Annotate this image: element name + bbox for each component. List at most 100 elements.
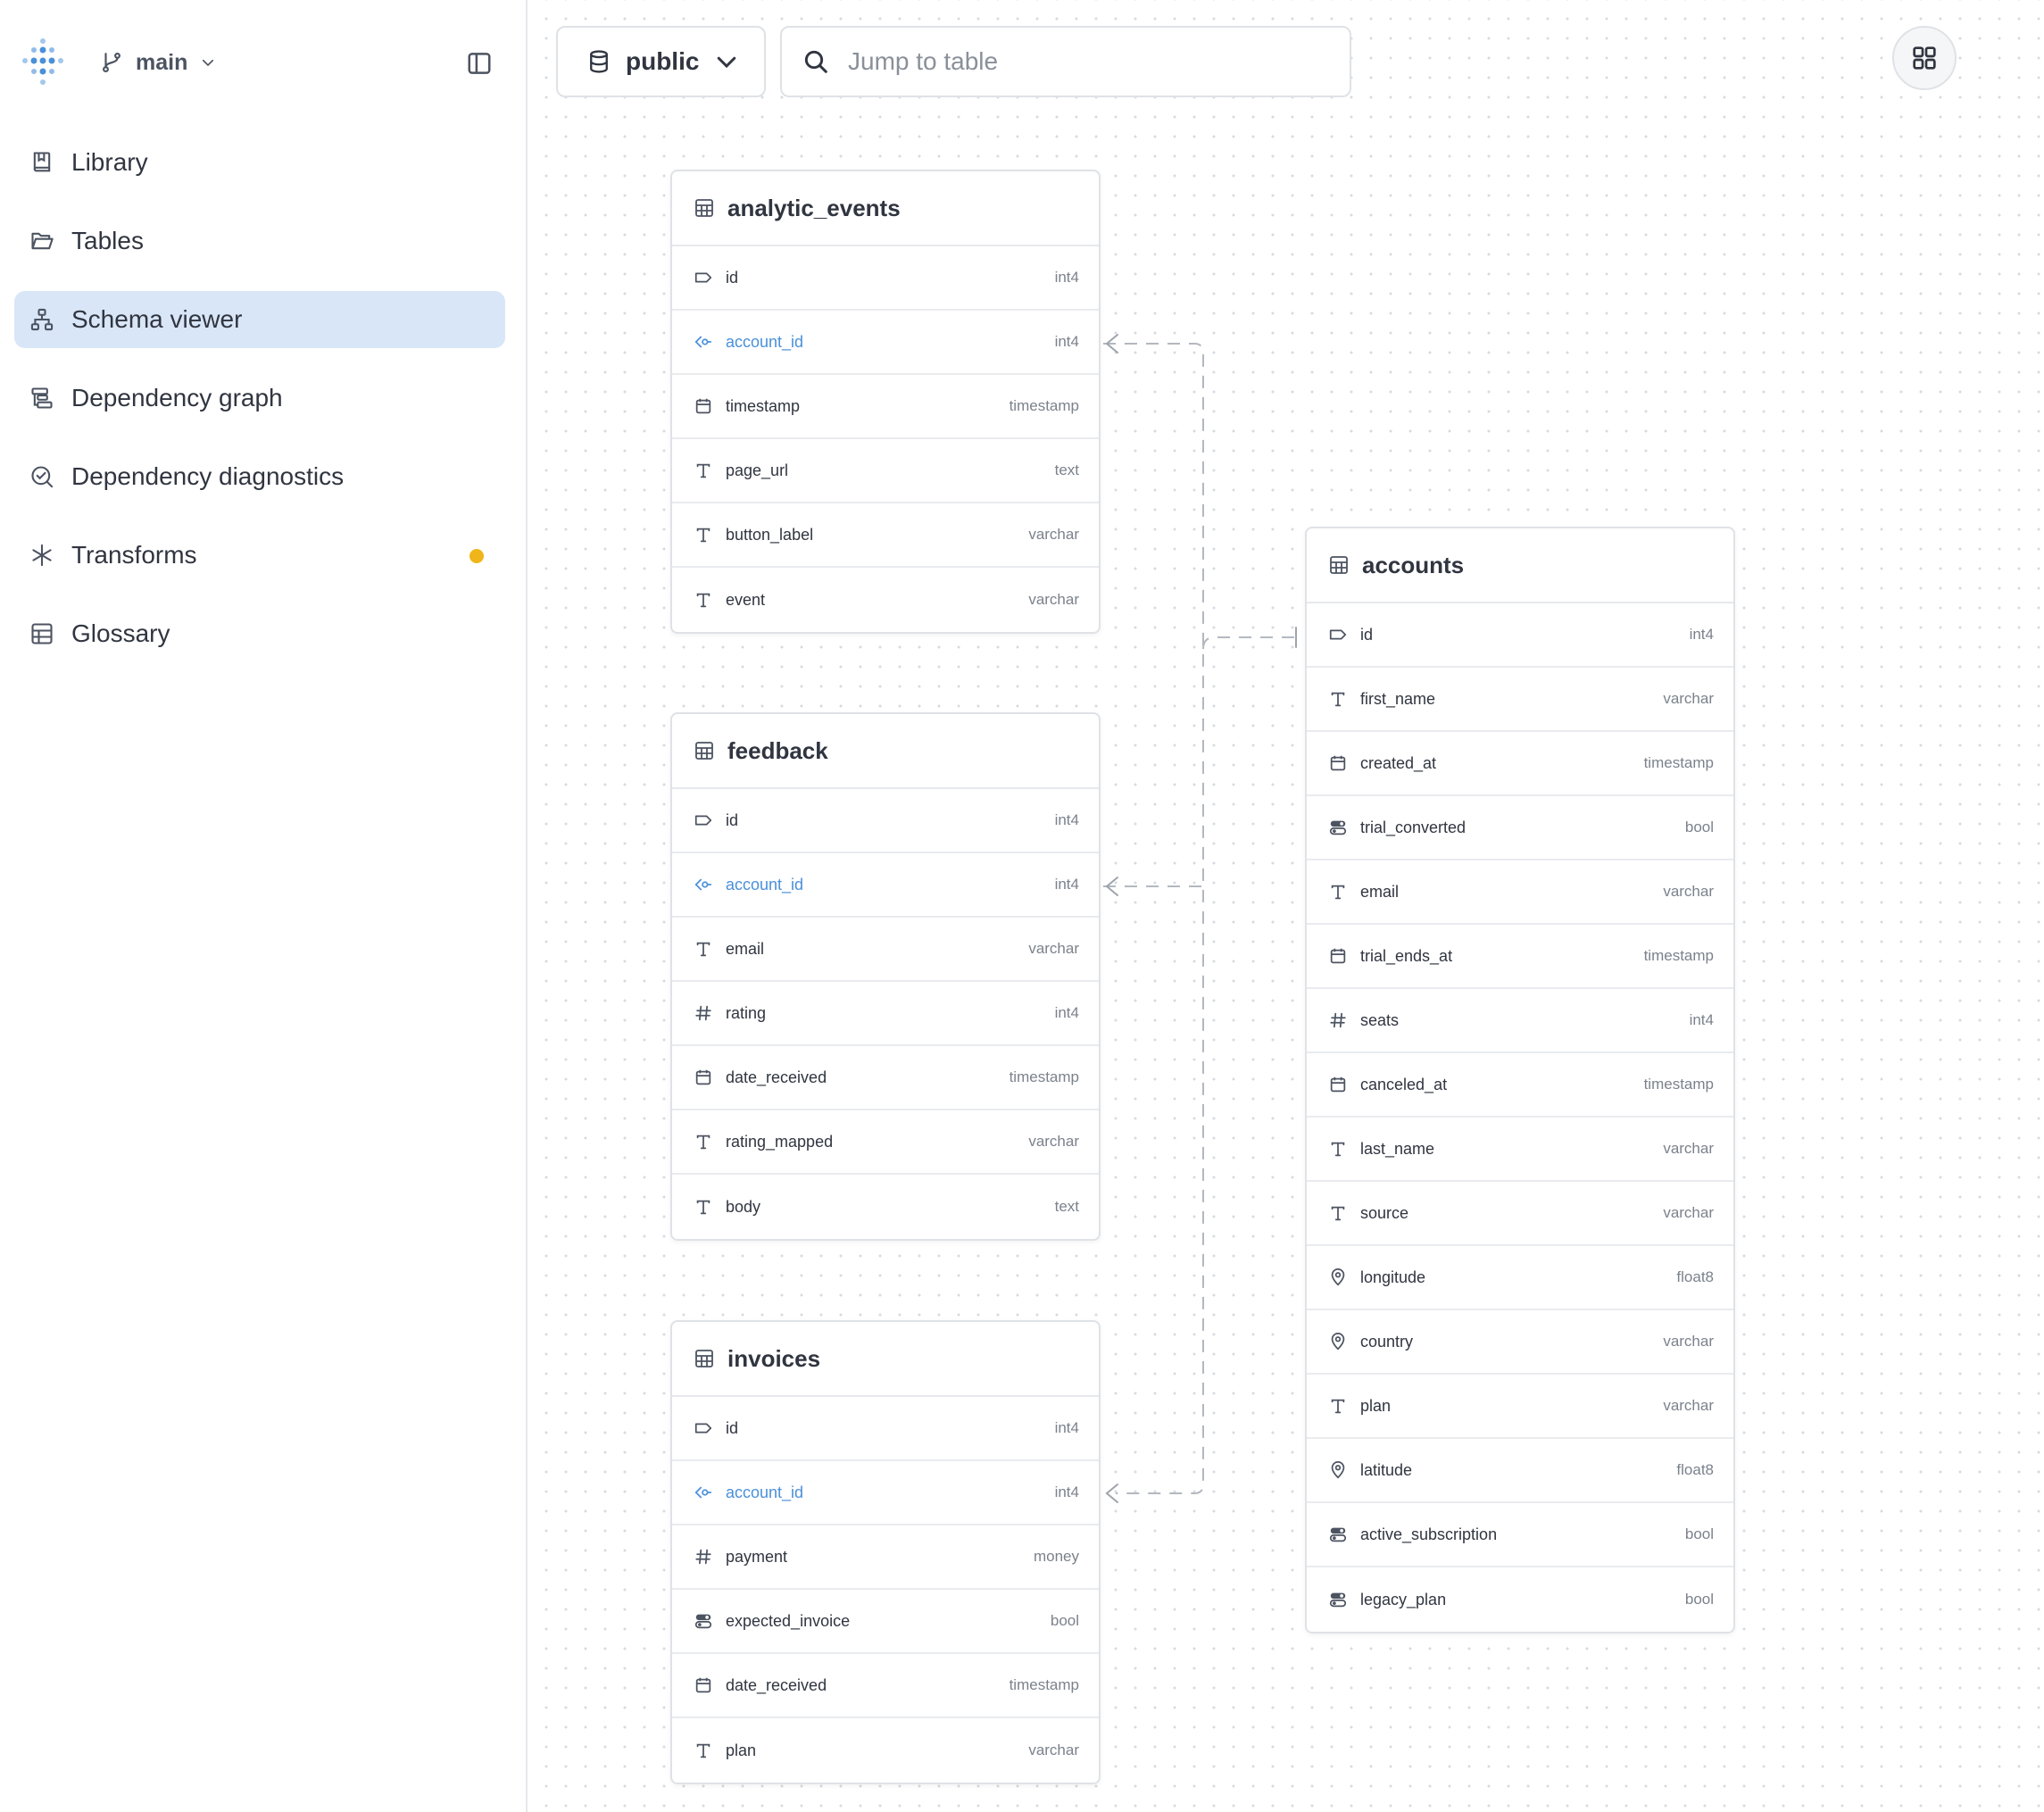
- sidebar-item-label: Dependency diagnostics: [71, 462, 345, 490]
- column-row[interactable]: source varchar: [1307, 1182, 1733, 1246]
- column-row[interactable]: id int4: [672, 1397, 1099, 1461]
- sidebar-item-dependency-diagnostics[interactable]: Dependency diagnostics: [14, 448, 505, 505]
- column-row[interactable]: legacy_plan bool: [1307, 1567, 1733, 1632]
- column-row[interactable]: id int4: [672, 246, 1099, 311]
- sidebar-item-transforms[interactable]: Transforms: [14, 527, 505, 584]
- column-row[interactable]: created_at timestamp: [1307, 732, 1733, 796]
- text-icon: [1328, 882, 1348, 902]
- table-header[interactable]: feedback: [672, 714, 1099, 789]
- column-type: int4: [1054, 876, 1079, 893]
- schema-icon: [29, 306, 55, 333]
- column-row[interactable]: expected_invoice bool: [672, 1590, 1099, 1654]
- table-card[interactable]: analytic_events id int4 account_id int4 times…: [670, 170, 1101, 634]
- column-type: timestamp: [1009, 1068, 1079, 1085]
- column-type: int4: [1689, 1011, 1714, 1028]
- sidebar-item-tables[interactable]: Tables: [14, 212, 505, 270]
- column-type: text: [1054, 461, 1079, 478]
- column-row[interactable]: active_subscription bool: [1307, 1503, 1733, 1567]
- column-name: id: [1360, 625, 1374, 644]
- column-row[interactable]: timestamp timestamp: [672, 375, 1099, 439]
- column-type: varchar: [1028, 526, 1079, 543]
- sidebar-item-label: Library: [71, 148, 148, 176]
- column-type: varchar: [1663, 690, 1714, 707]
- calendar-icon: [694, 1068, 713, 1087]
- hash-icon: [694, 1547, 713, 1567]
- column-row[interactable]: event varchar: [672, 568, 1099, 632]
- column-row[interactable]: id int4: [672, 789, 1099, 853]
- column-row[interactable]: trial_converted bool: [1307, 796, 1733, 860]
- column-name: expected_invoice: [726, 1611, 851, 1630]
- column-row[interactable]: plan varchar: [1307, 1375, 1733, 1439]
- column-row[interactable]: canceled_at timestamp: [1307, 1053, 1733, 1118]
- column-row[interactable]: account_id int4: [672, 853, 1099, 918]
- column-row[interactable]: date_received timestamp: [672, 1654, 1099, 1718]
- column-row[interactable]: date_received timestamp: [672, 1046, 1099, 1110]
- asterisk-icon: [29, 542, 55, 569]
- column-row[interactable]: rating_mapped varchar: [672, 1110, 1099, 1175]
- column-row[interactable]: first_name varchar: [1307, 668, 1733, 732]
- grid-icon: [1913, 46, 1936, 70]
- calendar-icon: [1328, 1075, 1348, 1094]
- table-header[interactable]: analytic_events: [672, 171, 1099, 246]
- column-name: date_received: [726, 1068, 827, 1086]
- column-row[interactable]: email varchar: [672, 918, 1099, 982]
- diagnostics-icon: [29, 463, 55, 490]
- table-header[interactable]: accounts: [1307, 528, 1733, 603]
- column-name: account_id: [726, 332, 804, 351]
- column-name: latitude: [1360, 1460, 1413, 1479]
- sidebar-item-glossary[interactable]: Glossary: [14, 605, 505, 662]
- column-type: float8: [1676, 1461, 1714, 1478]
- layout-grid-button[interactable]: [1892, 26, 1957, 90]
- column-name: email: [726, 939, 765, 958]
- column-row[interactable]: latitude float8: [1307, 1439, 1733, 1503]
- toggle-icon: [694, 1611, 713, 1631]
- column-row[interactable]: trial_ends_at timestamp: [1307, 925, 1733, 989]
- column-name: payment: [726, 1547, 788, 1566]
- column-row[interactable]: rating int4: [672, 982, 1099, 1046]
- search-input[interactable]: [848, 47, 1312, 76]
- hash-icon: [694, 1003, 713, 1023]
- branch-selector[interactable]: main: [100, 45, 216, 80]
- jump-to-table-search[interactable]: [780, 26, 1351, 97]
- column-name: body: [726, 1197, 761, 1216]
- table-card[interactable]: feedback id int4 account_id int4 email varchar…: [670, 712, 1101, 1241]
- column-row[interactable]: seats int4: [1307, 989, 1733, 1053]
- column-name: seats: [1360, 1010, 1400, 1029]
- column-row[interactable]: last_name varchar: [1307, 1118, 1733, 1182]
- column-row[interactable]: id int4: [1307, 603, 1733, 668]
- text-icon: [1328, 1396, 1348, 1416]
- column-name: account_id: [726, 875, 804, 894]
- sidebar-toggle-icon[interactable]: [466, 50, 493, 77]
- table-header[interactable]: invoices: [672, 1322, 1099, 1397]
- column-type: timestamp: [1009, 1676, 1079, 1693]
- column-row[interactable]: payment money: [672, 1525, 1099, 1590]
- column-row[interactable]: country varchar: [1307, 1310, 1733, 1375]
- table-card[interactable]: accounts id int4 first_name varchar created_a…: [1305, 527, 1735, 1633]
- column-row[interactable]: body text: [672, 1175, 1099, 1239]
- column-row[interactable]: longitude float8: [1307, 1246, 1733, 1310]
- column-row[interactable]: page_url text: [672, 439, 1099, 503]
- schema-name: public: [626, 47, 700, 75]
- sidebar-item-library[interactable]: Library: [14, 134, 505, 191]
- column-row[interactable]: plan varchar: [672, 1718, 1099, 1783]
- column-type: bool: [1684, 1591, 1714, 1608]
- location-pin-icon: [1328, 1460, 1348, 1480]
- column-type: timestamp: [1009, 397, 1079, 414]
- column-row[interactable]: button_label varchar: [672, 503, 1099, 568]
- column-row[interactable]: account_id int4: [672, 311, 1099, 375]
- table-card[interactable]: invoices id int4 account_id int4 payment money…: [670, 1320, 1101, 1784]
- sidebar-item-schema-viewer[interactable]: Schema viewer: [14, 291, 505, 348]
- logo-icon[interactable]: [16, 36, 70, 89]
- column-name: active_subscription: [1360, 1525, 1498, 1543]
- sidebar-item-dependency-graph[interactable]: Dependency graph: [14, 370, 505, 427]
- schema-selector-button[interactable]: public: [556, 26, 766, 97]
- column-name: id: [726, 1418, 739, 1437]
- table-name: invoices: [727, 1344, 821, 1372]
- toggle-icon: [1328, 818, 1348, 837]
- text-icon: [694, 1132, 713, 1151]
- sidebar: main Library Tables Schema viewer Depend…: [0, 0, 528, 1812]
- column-row[interactable]: email varchar: [1307, 860, 1733, 925]
- column-type: bool: [1684, 1525, 1714, 1542]
- column-row[interactable]: account_id int4: [672, 1461, 1099, 1525]
- column-name: page_url: [726, 461, 789, 479]
